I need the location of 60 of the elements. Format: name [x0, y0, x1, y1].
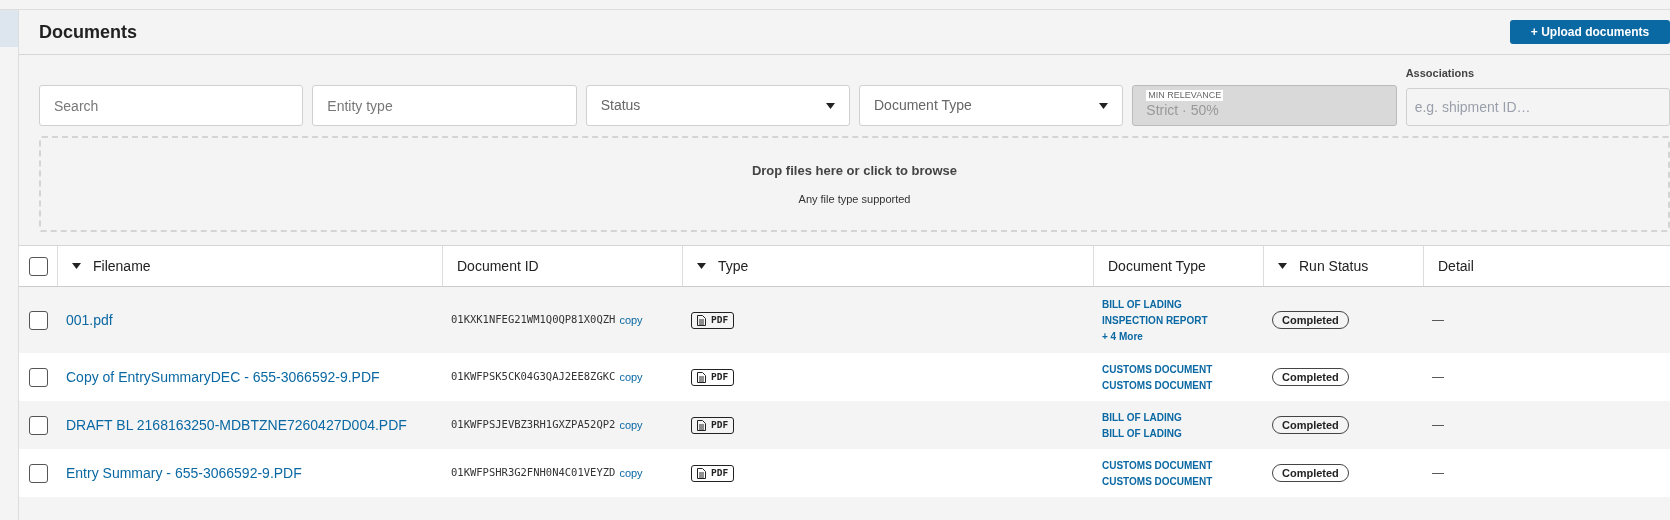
detail-text: —: [1432, 369, 1444, 386]
field-label: Associations: [1405, 66, 1476, 81]
checkbox[interactable]: [29, 310, 48, 330]
document-type-link[interactable]: CUSTOMS DOCUMENT: [1102, 474, 1256, 488]
filename-link[interactable]: Entry Summary - 655-3066592-9.PDF: [66, 462, 302, 484]
dropzone[interactable]: Drop files here or click to browse Any file type supported: [39, 136, 1670, 232]
upload-button[interactable]: + Upload documents: [1510, 20, 1670, 44]
field-value: Strict · 50%: [1146, 101, 1220, 119]
document-type-link[interactable]: CUSTOMS DOCUMENT: [1102, 458, 1256, 472]
column-header[interactable]: Detail: [1438, 255, 1474, 277]
document-icon: [697, 419, 706, 431]
caret-icon: [826, 102, 835, 109]
file-type-badge: PDF: [691, 311, 735, 329]
detail-text: —: [1432, 465, 1444, 482]
document-icon: [697, 371, 706, 383]
checkbox[interactable]: [29, 463, 48, 483]
column-header[interactable]: Document ID: [457, 255, 539, 277]
column-header[interactable]: Type: [718, 255, 749, 277]
document-id: 01KXK1NFEG21WM1Q0QP81X0QZH: [451, 312, 616, 328]
file-type-badge: PDF: [691, 464, 735, 482]
document-type-link[interactable]: CUSTOMS DOCUMENT: [1102, 378, 1256, 392]
file-type-badge: PDF: [691, 368, 735, 386]
detail-text: —: [1432, 312, 1444, 329]
checkbox[interactable]: [29, 367, 48, 387]
filter-dropdown[interactable]: Status: [585, 85, 850, 126]
document-id: 01KWFPSHR3G2FNH0N4C01VEYZD: [451, 465, 616, 481]
checkbox[interactable]: [28, 256, 48, 276]
detail-text: —: [1432, 417, 1444, 434]
column-header[interactable]: Document Type: [1108, 255, 1206, 277]
column-header[interactable]: Run Status: [1299, 255, 1369, 277]
copy-link[interactable]: copy: [619, 416, 643, 434]
document-type-link[interactable]: BILL OF LADING: [1102, 297, 1256, 311]
document-type-link[interactable]: BILL OF LADING: [1102, 426, 1256, 440]
document-type-link[interactable]: BILL OF LADING: [1102, 410, 1256, 424]
filename-link[interactable]: Copy of EntrySummaryDEC - 655-3066592-9.PDF: [66, 366, 380, 388]
copy-link[interactable]: copy: [619, 368, 643, 386]
more-link[interactable]: + 4 More: [1102, 329, 1256, 343]
dropzone-subtitle: Any file type supported: [798, 191, 911, 207]
filename-link[interactable]: 001.pdf: [66, 309, 113, 331]
document-id: 01KWFPSJEVBZ3RH1GXZPA52QP2: [451, 417, 616, 433]
filter-field[interactable]: Search: [39, 85, 304, 126]
copy-link[interactable]: copy: [619, 311, 643, 329]
filter-dropdown[interactable]: Document Type: [859, 85, 1124, 126]
file-type-badge: PDF: [691, 416, 735, 434]
associations-field[interactable]: e.g. shipment ID…: [1405, 87, 1670, 126]
filename-link[interactable]: DRAFT BL 2168163250-MDBTZNE7260427D004.PDF: [66, 414, 407, 436]
caret-icon: [1099, 102, 1109, 109]
relevance-field[interactable]: MIN RELEVANCE Strict · 50%: [1132, 85, 1397, 126]
copy-link[interactable]: copy: [619, 464, 643, 482]
document-type-link[interactable]: INSPECTION REPORT: [1102, 313, 1256, 327]
document-icon: [697, 314, 706, 326]
document-type-link[interactable]: CUSTOMS DOCUMENT: [1102, 362, 1256, 376]
filter-field[interactable]: Entity type: [312, 85, 577, 126]
document-icon: [697, 467, 706, 479]
checkbox[interactable]: [29, 415, 48, 435]
document-id: 01KWFPSK5CK04G3QAJ2EE8ZGKC: [451, 369, 616, 385]
dropzone-title: Drop files here or click to browse: [751, 162, 958, 180]
column-header[interactable]: Filename: [93, 255, 151, 277]
page-title: Documents: [39, 20, 137, 44]
field-label: MIN RELEVANCE: [1146, 90, 1224, 101]
